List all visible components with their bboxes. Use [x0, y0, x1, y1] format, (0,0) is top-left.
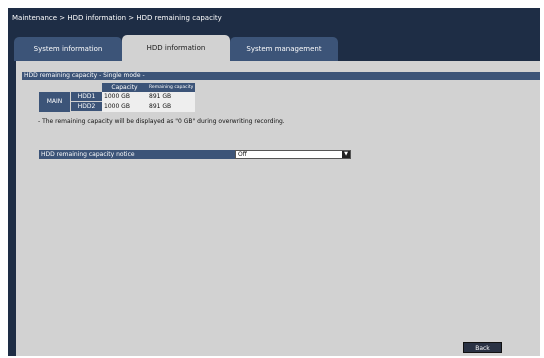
- section-title: HDD remaining capacity - Single mode -: [22, 72, 540, 80]
- overwrite-note: - The remaining capacity will be display…: [38, 118, 285, 125]
- hdd-capacity-table: Capacity Remaining capacity MAIN HDD1 10…: [39, 83, 196, 112]
- content-panel: HDD remaining capacity - Single mode - C…: [16, 61, 540, 356]
- remaining-value: 891 GB: [147, 101, 196, 112]
- app-window: Maintenance > HDD information > HDD rema…: [8, 8, 540, 356]
- column-header-remaining: Remaining capacity: [147, 83, 196, 92]
- notice-setting-label: HDD remaining capacity notice: [39, 150, 235, 159]
- column-header-capacity: Capacity: [102, 83, 147, 92]
- remaining-value: 891 GB: [147, 92, 196, 102]
- tab-system-management[interactable]: System management: [230, 37, 338, 61]
- breadcrumb: Maintenance > HDD information > HDD rema…: [12, 14, 222, 22]
- notice-select-value: Off: [238, 151, 247, 158]
- notice-select[interactable]: Off ▼: [235, 150, 351, 159]
- tab-system-information[interactable]: System information: [14, 37, 122, 61]
- chevron-down-icon[interactable]: ▼: [342, 151, 350, 158]
- hdd-name: HDD2: [70, 101, 102, 112]
- table-header-row: Capacity Remaining capacity: [39, 83, 196, 92]
- capacity-value: 1000 GB: [102, 101, 147, 112]
- table-corner: [39, 83, 102, 92]
- tab-hdd-information[interactable]: HDD information: [122, 35, 230, 61]
- table-row: MAIN HDD1 1000 GB 891 GB: [39, 92, 196, 112]
- hdd-name: HDD1: [70, 92, 102, 102]
- back-button[interactable]: Back: [463, 342, 502, 353]
- group-label: MAIN: [39, 92, 71, 112]
- capacity-value: 1000 GB: [102, 92, 147, 102]
